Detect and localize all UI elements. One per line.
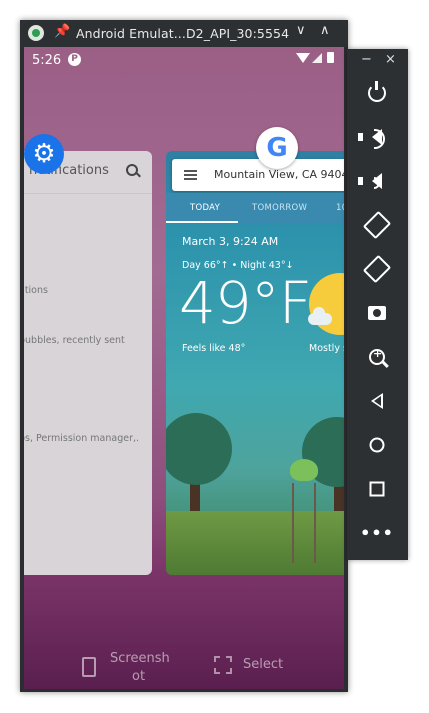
- tree-canopy: [166, 413, 232, 485]
- recent-app-card-google[interactable]: Mountain View, CA 94043 TODAY TOMORROW 1…: [166, 151, 344, 575]
- status-bar: 5:26 P: [24, 47, 344, 73]
- ground: [166, 511, 344, 575]
- signal-icon: [312, 53, 322, 63]
- tab-tomorrow[interactable]: TOMORROW: [252, 203, 307, 213]
- sun-icon: [309, 273, 344, 335]
- ladder: [292, 483, 316, 563]
- window-title: Android Emulat...D2_API_30:5554: [76, 26, 290, 41]
- weather-condition: Mostly s: [309, 343, 344, 354]
- android-studio-logo-icon: [28, 25, 44, 41]
- power-button[interactable]: [357, 75, 397, 111]
- active-tab-indicator: [166, 221, 238, 223]
- settings-row-text: ations: [24, 285, 48, 296]
- tab-10-day[interactable]: 10: [336, 203, 344, 213]
- volume-up-button[interactable]: [357, 119, 397, 155]
- power-icon: [368, 81, 386, 102]
- more-button[interactable]: •••: [357, 515, 397, 551]
- chevron-down-icon[interactable]: ∨: [296, 23, 306, 38]
- weather-temperature: 49°F: [179, 269, 312, 337]
- back-icon: [371, 393, 383, 409]
- overview-icon: [369, 481, 385, 497]
- more-icon: •••: [360, 523, 394, 543]
- emulator-window: 📌 Android Emulat...D2_API_30:5554 ∨ ∧ 5:…: [20, 20, 348, 692]
- cloud-icon: [308, 307, 332, 325]
- settings-row-text: bubbles, recently sent: [24, 335, 125, 346]
- settings-gear-icon[interactable]: ⚙: [24, 134, 64, 174]
- volume-down-icon: [358, 173, 382, 189]
- weather-date: March 3, 9:24 AM: [182, 235, 279, 248]
- screenshot-label-line1[interactable]: Screensh: [110, 651, 170, 666]
- rotate-left-button[interactable]: [357, 207, 397, 243]
- pin-icon[interactable]: 📌: [54, 24, 70, 39]
- weather-tabs: TODAY TOMORROW 10: [166, 193, 344, 223]
- weather-feels-like: Feels like 48°: [182, 343, 246, 354]
- tab-today[interactable]: TODAY: [190, 203, 220, 213]
- back-button[interactable]: [357, 383, 397, 419]
- menu-icon[interactable]: [184, 170, 197, 172]
- minimize-button[interactable]: −: [361, 52, 372, 67]
- toolbar-header: − ×: [347, 49, 408, 73]
- weather-illustration: [166, 413, 344, 575]
- zoom-icon: [369, 347, 385, 365]
- search-icon[interactable]: [126, 164, 138, 176]
- screenshot-button[interactable]: [357, 295, 397, 331]
- emulator-toolbar: − × •••: [347, 49, 408, 560]
- battery-icon: [327, 52, 334, 63]
- zoom-button[interactable]: [357, 339, 397, 375]
- chevron-up-icon[interactable]: ∧: [320, 23, 330, 38]
- home-button[interactable]: [357, 427, 397, 463]
- recent-app-card-settings[interactable]: notifications ations bubbles, recently s…: [24, 151, 152, 575]
- home-icon: [369, 437, 385, 453]
- wifi-icon: [296, 53, 310, 63]
- select-icon[interactable]: [214, 656, 232, 674]
- rotate-right-button[interactable]: [357, 251, 397, 287]
- overview-button[interactable]: [357, 471, 397, 507]
- rotate-left-icon: [362, 210, 392, 240]
- camera-icon: [368, 306, 386, 320]
- google-logo-letter: G: [266, 133, 288, 163]
- notification-icon: P: [68, 53, 81, 66]
- frog-mascot: [290, 459, 318, 481]
- close-button[interactable]: ×: [385, 52, 396, 67]
- status-time: 5:26: [32, 53, 62, 68]
- rotate-right-icon: [362, 254, 392, 284]
- screenshot-icon[interactable]: [82, 657, 96, 677]
- select-button[interactable]: Select: [243, 657, 283, 672]
- weather-location: Mountain View, CA 94043: [214, 168, 344, 181]
- window-titlebar: 📌 Android Emulat...D2_API_30:5554 ∨ ∧: [20, 20, 348, 47]
- screenshot-label-line2[interactable]: ot: [132, 669, 145, 684]
- device-screen[interactable]: 5:26 P notifications ations bubbles, rec…: [24, 47, 344, 689]
- volume-up-icon: [358, 129, 385, 149]
- volume-down-button[interactable]: [357, 163, 397, 199]
- google-app-icon[interactable]: G: [256, 127, 298, 169]
- settings-row-text: ps, Permission manager,.: [24, 433, 140, 444]
